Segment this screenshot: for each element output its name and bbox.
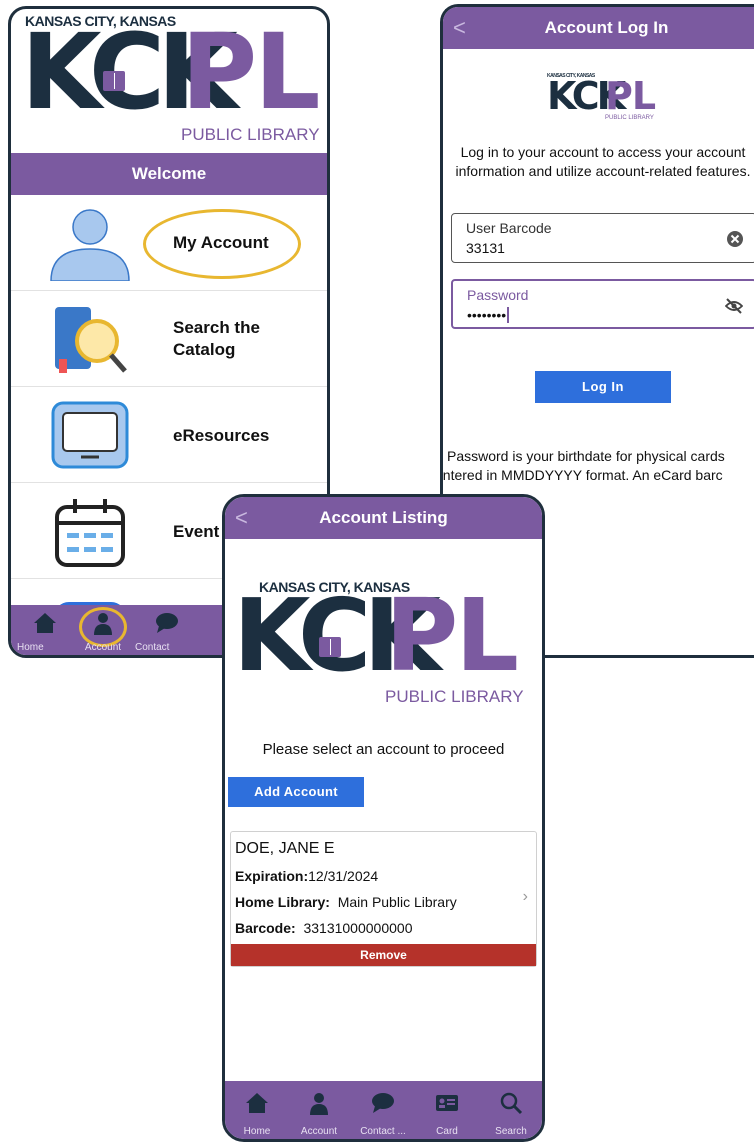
back-icon[interactable]: < <box>453 7 466 49</box>
page-title: Account Listing <box>319 508 448 527</box>
nav-card[interactable]: Card <box>415 1081 479 1139</box>
nav-label: Home <box>243 1126 271 1137</box>
nav-home[interactable]: Home <box>225 1081 289 1139</box>
logo-public-library: PUBLIC LIBRARY <box>385 687 524 706</box>
menu-label: Search the Catalog <box>173 318 260 359</box>
nav-contact[interactable]: Contact ... <box>351 1081 415 1139</box>
home-library-value: Main Public Library <box>337 894 457 910</box>
logo-pl: PL <box>605 74 656 118</box>
menu-item-eresources[interactable]: eResources <box>11 387 327 483</box>
clear-icon[interactable] <box>726 230 744 248</box>
login-button[interactable]: Log In <box>535 371 671 403</box>
home-icon <box>246 1093 268 1113</box>
expiration-value: 12/31/2024 <box>308 868 379 884</box>
page-title: Account Log In <box>544 18 669 37</box>
home-library-label: Home Library: <box>235 894 330 910</box>
nav-label: Search <box>495 1126 527 1137</box>
nav-label: Card <box>436 1126 458 1137</box>
barcode-field[interactable]: User Barcode 33131 <box>451 213 754 263</box>
menu-label: eResources <box>173 426 270 445</box>
remove-button[interactable]: Remove <box>231 944 536 966</box>
card-icon <box>436 1095 458 1111</box>
nav-label: Account <box>84 642 122 653</box>
nav-account[interactable]: Account <box>71 605 135 655</box>
select-prompt: Please select an account to proceed <box>262 741 505 758</box>
logo-pl: PL <box>385 577 519 694</box>
monitor-icon <box>51 401 129 469</box>
password-field[interactable]: Password •••••••• <box>451 279 754 329</box>
eye-off-icon[interactable] <box>725 297 743 315</box>
book-search-icon <box>55 307 127 373</box>
nav-label: Contact <box>135 642 170 653</box>
nav-account[interactable]: Account <box>287 1081 351 1139</box>
nav-contact[interactable]: Contact <box>135 605 199 655</box>
note-line: entered in MMDDYYYY format. An eCard bar… <box>440 467 723 483</box>
kckpl-logo: KANSAS CITY, KANSAS KCK PL PUBLIC LIBRAR… <box>233 573 539 713</box>
back-icon[interactable]: < <box>235 497 248 539</box>
nav-search[interactable]: Search <box>479 1081 542 1139</box>
note-line: Password is your birthdate for physical … <box>447 448 725 464</box>
kckpl-logo: KANSAS CITY, KANSAS KCK PL PUBLIC LIBRAR… <box>547 73 657 123</box>
nav-label: Account <box>300 1126 338 1137</box>
login-header: < Account Log In <box>443 7 754 49</box>
account-listing-screen: < Account Listing KANSAS CITY, KANSAS KC… <box>222 494 545 1142</box>
barcode-row: Barcode: 33131000000000 <box>235 920 412 936</box>
listing-header: < Account Listing <box>225 497 542 539</box>
bottom-nav: Home Account Contact ... Card Search <box>225 1081 542 1139</box>
add-account-button[interactable]: Add Account <box>228 777 364 807</box>
welcome-bar: Welcome <box>11 153 327 195</box>
barcode-value: 33131000000000 <box>303 920 413 936</box>
home-library-row: Home Library: Main Public Library <box>235 894 457 910</box>
expiration-row: Expiration:12/31/2024 <box>235 868 378 884</box>
nav-home[interactable]: Home <box>13 605 77 655</box>
book-icon <box>103 71 125 91</box>
chevron-right-icon: › <box>522 888 528 905</box>
logo-pl: PL <box>181 11 320 133</box>
logo-public-library: PUBLIC LIBRARY <box>605 115 654 121</box>
account-card[interactable]: DOE, JANE E Expiration:12/31/2024 Home L… <box>230 831 537 967</box>
barcode-label: Barcode: <box>235 920 296 936</box>
search-icon <box>500 1092 523 1115</box>
chat-icon <box>156 613 178 633</box>
kckpl-logo: KANSAS CITY, KANSAS KCK PL PUBLIC LIBRAR… <box>21 11 327 149</box>
chat-icon <box>372 1093 394 1113</box>
home-icon <box>34 613 56 633</box>
expiration-label: Expiration: <box>235 868 309 884</box>
menu-item-search-catalog[interactable]: Search the Catalog <box>11 291 327 387</box>
account-name: DOE, JANE E <box>235 840 335 857</box>
nav-label: Contact ... <box>360 1126 406 1137</box>
barcode-value: 33131 <box>466 240 505 256</box>
calendar-icon <box>55 499 125 567</box>
password-value: •••••••• <box>467 307 510 323</box>
password-note: Password is your birthdate for physical … <box>440 447 754 485</box>
person-icon <box>50 209 130 281</box>
logo-public-library: PUBLIC LIBRARY <box>181 125 320 144</box>
account-icon <box>94 613 112 635</box>
barcode-label: User Barcode <box>466 220 552 236</box>
account-icon <box>310 1093 328 1115</box>
menu-label: Event <box>173 522 220 541</box>
menu-label: My Account <box>173 233 269 252</box>
login-intro: Log in to your account to access your ac… <box>455 144 751 179</box>
book-icon <box>319 637 341 657</box>
menu-item-my-account[interactable]: My Account <box>11 195 327 291</box>
password-label: Password <box>467 287 529 303</box>
